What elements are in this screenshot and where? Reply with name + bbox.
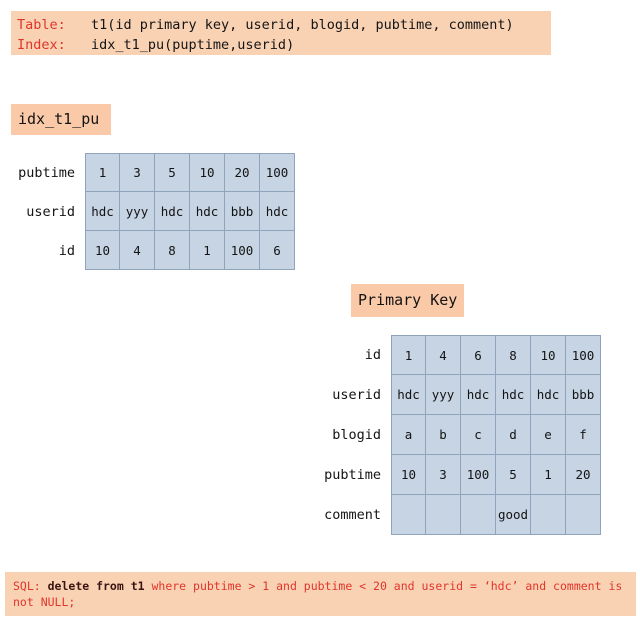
table-cell: 10 (190, 153, 225, 192)
table-cell: 10 (85, 231, 120, 270)
schema-table-value: t1(id primary key, userid, blogid, pubti… (91, 17, 514, 33)
table-cell: f (566, 415, 601, 455)
pk-row-label-comment: comment (324, 507, 381, 523)
sql-emphasis: delete from t1 (47, 579, 145, 593)
pk-row-label-id: id (364, 347, 381, 363)
table-row: blogid a b c d e f (316, 415, 601, 455)
table-cell: hdc (531, 375, 566, 415)
table-cell: hdc (260, 192, 295, 231)
schema-index-label: Index: (17, 37, 66, 53)
table-cell (426, 495, 461, 535)
index-row-cells-userid: hdc yyy hdc hdc bbb hdc (85, 192, 295, 231)
table-cell (391, 495, 426, 535)
table-cell: bbb (566, 375, 601, 415)
sql-prefix: SQL: (13, 579, 48, 593)
table-cell: 3 (120, 153, 155, 192)
schema-line-table: Table: t1(id primary key, userid, blogid… (17, 15, 551, 35)
table-cell: a (391, 415, 426, 455)
table-cell: 4 (426, 335, 461, 375)
table-cell: bbb (225, 192, 260, 231)
table-cell: 1 (190, 231, 225, 270)
schema-index-value: idx_t1_pu(puptime,userid) (91, 37, 295, 53)
pk-row-cells-id: 1 4 6 8 10 100 (391, 335, 601, 375)
table-row: id 1 4 6 8 10 100 (316, 335, 601, 375)
pk-row-label-pubtime: pubtime (324, 467, 381, 483)
table-cell: 1 (85, 153, 120, 192)
table-cell: 8 (155, 231, 190, 270)
table-cell: e (531, 415, 566, 455)
pk-row-cells-userid: hdc yyy hdc hdc hdc bbb (391, 375, 601, 415)
table-cell: 100 (566, 335, 601, 375)
pk-row-cells-pubtime: 10 3 100 5 1 20 (391, 455, 601, 495)
table-cell (531, 495, 566, 535)
index-row-cells-id: 10 4 8 1 100 6 (85, 231, 295, 270)
index-row-cells-pubtime: 1 3 5 10 20 100 (85, 153, 295, 192)
index-row-label-pubtime: pubtime (18, 164, 75, 181)
table-cell: 5 (155, 153, 190, 192)
table-cell: hdc (190, 192, 225, 231)
table-cell: c (461, 415, 496, 455)
table-cell: hdc (461, 375, 496, 415)
index-matrix: pubtime 1 3 5 10 20 100 userid hdc yyy h… (11, 153, 295, 270)
table-cell: yyy (426, 375, 461, 415)
table-cell: 100 (461, 455, 496, 495)
schema-line-index: Index: idx_t1_pu(puptime,userid) (17, 35, 551, 55)
pk-row-label-userid: userid (332, 387, 381, 403)
table-row: pubtime 1 3 5 10 20 100 (11, 153, 295, 192)
table-cell: hdc (496, 375, 531, 415)
table-row: userid hdc yyy hdc hdc bbb hdc (11, 192, 295, 231)
table-cell: 4 (120, 231, 155, 270)
table-cell (566, 495, 601, 535)
index-row-label-userid: userid (26, 203, 75, 220)
table-cell: hdc (391, 375, 426, 415)
table-cell: d (496, 415, 531, 455)
table-cell: 20 (566, 455, 601, 495)
table-cell: 6 (461, 335, 496, 375)
table-cell (461, 495, 496, 535)
index-name-badge: idx_t1_pu (11, 104, 111, 135)
table-cell: b (426, 415, 461, 455)
table-cell: 100 (260, 153, 295, 192)
table-cell: 5 (496, 455, 531, 495)
sql-banner: SQL: delete from t1 where pubtime > 1 an… (5, 572, 636, 616)
pk-row-label-blogid: blogid (332, 427, 381, 443)
table-cell: yyy (120, 192, 155, 231)
index-row-label-id: id (58, 242, 75, 259)
table-cell: good (496, 495, 531, 535)
table-row: id 10 4 8 1 100 6 (11, 231, 295, 270)
pk-row-cells-blogid: a b c d e f (391, 415, 601, 455)
table-cell: 8 (496, 335, 531, 375)
table-cell: 100 (225, 231, 260, 270)
table-row: userid hdc yyy hdc hdc hdc bbb (316, 375, 601, 415)
table-cell: 6 (260, 231, 295, 270)
table-cell: hdc (155, 192, 190, 231)
pk-row-cells-comment: good (391, 495, 601, 535)
table-cell: 1 (391, 335, 426, 375)
primary-key-badge: Primary Key (351, 284, 464, 317)
table-cell: 10 (531, 335, 566, 375)
table-cell: hdc (85, 192, 120, 231)
table-cell: 20 (225, 153, 260, 192)
primary-key-matrix: id 1 4 6 8 10 100 userid hdc yyy hdc hdc… (316, 335, 601, 535)
table-row: pubtime 10 3 100 5 1 20 (316, 455, 601, 495)
schema-banner: Table: t1(id primary key, userid, blogid… (11, 11, 551, 55)
table-cell: 1 (531, 455, 566, 495)
table-row: comment good (316, 495, 601, 535)
table-cell: 10 (391, 455, 426, 495)
schema-table-label: Table: (17, 17, 66, 33)
table-cell: 3 (426, 455, 461, 495)
